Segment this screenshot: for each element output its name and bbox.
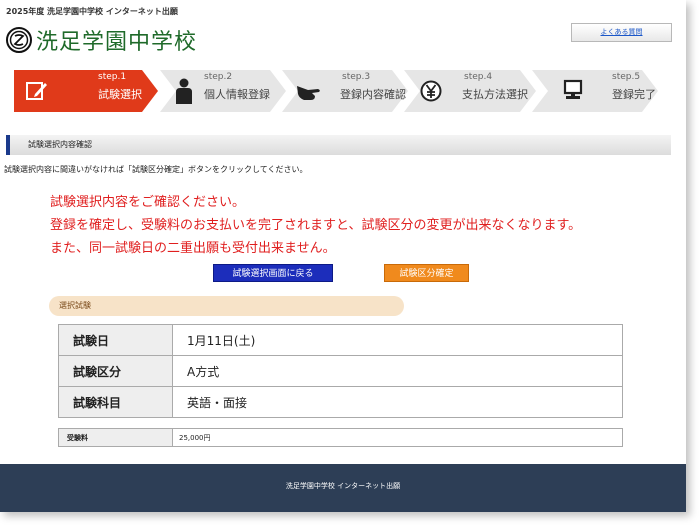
step-1: step.1 試験選択 bbox=[14, 70, 158, 112]
person-icon bbox=[176, 78, 192, 104]
hand-pointer-icon bbox=[297, 86, 320, 100]
back-to-selection-button[interactable]: 試験選択画面に戻る bbox=[213, 264, 333, 282]
exam-date-value: 1月11日(土) bbox=[172, 324, 623, 356]
table-row: 試験科目 英語・面接 bbox=[58, 386, 623, 418]
exam-category-value: A方式 bbox=[172, 355, 623, 387]
confirm-exam-button[interactable]: 試験区分確定 bbox=[384, 264, 469, 282]
warning-line-2: 登録を確定し、受験料のお支払いを完了されますと、試験区分の変更が出来なくなります… bbox=[50, 218, 582, 233]
step-5: step.5 登録完了 bbox=[532, 70, 658, 112]
warning-line-3: また、同一試験日の二重出願も受付出来ません。 bbox=[50, 241, 336, 256]
table-row: 試験区分 A方式 bbox=[58, 355, 623, 387]
page: 2025年度 洗足学園中学校 インターネット出願 洗足学園中学校 よくある質問 … bbox=[0, 0, 686, 512]
instruction-text: 試験選択内容に間違いがなければ「試験区分確定」ボタンをクリックしてください。 bbox=[4, 165, 308, 174]
pencil-icon bbox=[26, 82, 47, 100]
step-3: step.3 登録内容確認 bbox=[282, 70, 408, 112]
step-2-label: 個人情報登録 bbox=[204, 88, 270, 101]
step-3-label: 登録内容確認 bbox=[340, 88, 406, 101]
footer: 洗足学園中学校 インターネット出願 bbox=[0, 464, 686, 512]
step-4-label: 支払方法選択 bbox=[462, 88, 528, 101]
warning-message: 試験選択内容をご確認ください。 登録を確定し、受験料のお支払いを完了されますと、… bbox=[50, 191, 581, 260]
table-row: 受験料 25,000円 bbox=[58, 428, 623, 447]
step-2: step.2 個人情報登録 bbox=[160, 70, 286, 112]
exam-date-label: 試験日 bbox=[58, 324, 173, 356]
exam-subjects-label: 試験科目 bbox=[58, 386, 173, 418]
school-logo[interactable]: 洗足学園中学校 bbox=[6, 24, 197, 56]
fee-label: 受験料 bbox=[58, 428, 173, 447]
step-5-label: 登録完了 bbox=[612, 88, 656, 101]
step-4-number: step.4 bbox=[464, 72, 493, 82]
progress-steps: step.1 試験選択 step.2 個人情報登録 step.3 登録内容確認 bbox=[14, 70, 658, 112]
faq-link[interactable]: よくある質問 bbox=[571, 23, 672, 42]
monitor-icon bbox=[563, 79, 583, 99]
school-name: 洗足学園中学校 bbox=[36, 30, 198, 55]
footer-text: 洗足学園中学校 インターネット出願 bbox=[285, 482, 401, 490]
step-1-label: 試験選択 bbox=[98, 88, 142, 101]
step-2-number: step.2 bbox=[204, 72, 233, 82]
selected-exam-heading: 選択試験 bbox=[49, 296, 404, 316]
warning-line-1: 試験選択内容をご確認ください。 bbox=[50, 195, 246, 210]
table-row: 試験日 1月11日(土) bbox=[58, 324, 623, 356]
exam-details-table: 試験日 1月11日(土) 試験区分 A方式 試験科目 英語・面接 bbox=[58, 324, 623, 418]
fee-value: 25,000円 bbox=[172, 428, 623, 447]
yen-icon bbox=[420, 80, 442, 102]
site-title: 2025年度 洗足学園中学校 インターネット出願 bbox=[6, 7, 178, 16]
exam-category-label: 試験区分 bbox=[58, 355, 173, 387]
exam-subjects-value: 英語・面接 bbox=[172, 386, 623, 418]
step-1-number: step.1 bbox=[98, 72, 127, 82]
step-4: step.4 支払方法選択 bbox=[404, 70, 536, 112]
fee-table: 受験料 25,000円 bbox=[58, 428, 623, 447]
section-title: 試験選択内容確認 bbox=[6, 135, 671, 155]
step-3-number: step.3 bbox=[342, 72, 371, 82]
school-emblem-icon bbox=[6, 27, 32, 53]
step-5-number: step.5 bbox=[612, 72, 641, 82]
